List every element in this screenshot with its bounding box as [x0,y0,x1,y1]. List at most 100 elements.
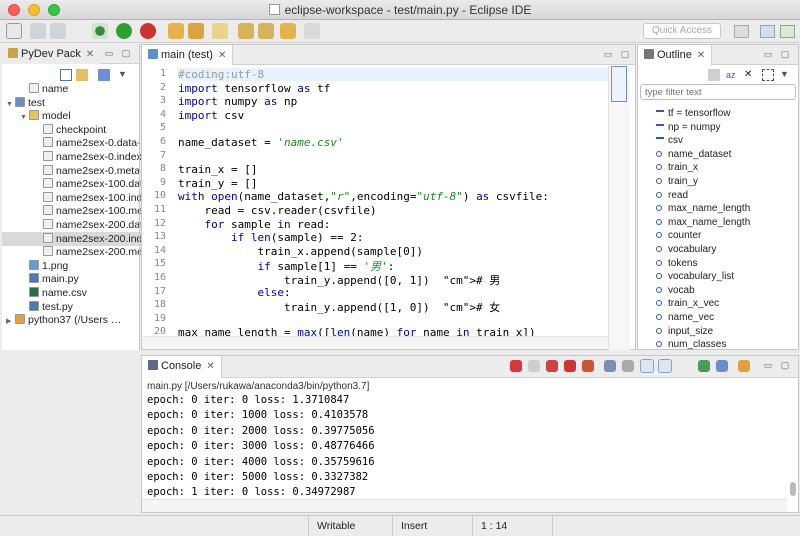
outline-item[interactable]: vocab [656,284,695,298]
display-console-icon[interactable] [716,360,728,372]
scroll-lock-icon[interactable] [604,360,616,372]
outline-item[interactable]: csv [656,134,683,148]
tab-main-test[interactable]: main (test) ✕ [142,45,234,65]
show-on-error-icon[interactable] [658,359,672,373]
zoom-window-button[interactable] [48,4,60,16]
relaunch-icon[interactable] [564,360,576,372]
close-window-button[interactable] [8,4,20,16]
tree-item[interactable]: name [2,82,68,96]
tree-item[interactable]: checkpoint [2,123,106,137]
tab-console[interactable]: Console ✕ [142,356,222,378]
search-icon[interactable] [212,23,228,39]
outline-item[interactable]: name_dataset [656,148,731,162]
outline-item[interactable]: train_x [656,161,698,175]
save-icon[interactable] [30,23,46,39]
tree-item[interactable]: name2sex-100.ind [2,191,142,205]
outline-item[interactable]: max_name_length [656,202,750,216]
minimize-icon[interactable]: ▭ [602,49,614,60]
next-annotation-icon[interactable] [238,23,254,39]
console-scroll-thumb[interactable] [790,482,796,496]
run-icon[interactable] [116,23,132,39]
debug-icon[interactable] [92,23,108,39]
close-icon[interactable]: ✕ [218,50,226,61]
outline-item[interactable]: tf = tensorflow [656,107,731,121]
outline-item[interactable]: train_y [656,175,698,189]
prev-annotation-icon[interactable] [258,23,274,39]
tree-item[interactable]: name.csv [2,286,87,300]
quick-access-field[interactable]: Quick Access [643,23,721,39]
tab-outline[interactable]: Outline ✕ [638,45,713,65]
outline-item[interactable]: counter [656,229,701,243]
external-tools-icon[interactable] [140,23,156,39]
tree-item[interactable]: ▼ model [2,109,71,123]
outline-item[interactable]: input_size [656,325,713,339]
tree-item[interactable]: name2sex-0.data- [2,136,141,150]
tree-item[interactable]: name2sex-200.me [2,245,143,259]
expand-all-icon[interactable] [762,69,774,81]
back-icon[interactable] [280,23,296,39]
tab-pydev-package[interactable]: PyDev Pack ✕ [2,44,101,64]
view-menu-icon[interactable]: ▼ [118,69,130,81]
tree-item[interactable]: name2sex-0.meta [2,164,140,178]
pydev-perspective-icon[interactable] [760,25,775,38]
show-on-output-icon[interactable] [640,359,654,373]
sort-alpha-icon[interactable]: az [726,69,738,81]
new-icon[interactable] [6,23,22,39]
tree-item[interactable]: main.py [2,272,79,286]
remove-launch-icon[interactable] [528,360,540,372]
outline-item[interactable]: np = numpy [656,121,721,135]
minimize-icon[interactable]: ▭ [762,360,774,371]
horizontal-scrollbar[interactable] [142,336,608,349]
outline-item[interactable]: tokens [656,257,697,271]
word-wrap-icon[interactable] [622,360,634,372]
chevron-right-icon[interactable]: ▶ [6,315,15,329]
tree-item[interactable]: name2sex-100.dat [2,177,143,191]
close-icon[interactable]: ✕ [697,50,705,61]
debug-perspective-icon[interactable] [780,25,795,38]
outline-item[interactable]: name_vec [656,311,714,325]
collapse-all-icon[interactable]: ✕ [744,69,756,81]
outline-item[interactable]: train_x_vec [656,297,719,311]
maximize-icon[interactable]: ▢ [779,49,791,60]
open-folder-icon[interactable] [168,23,184,39]
outline-item[interactable]: max_name_length [656,216,750,230]
outline-filter-input[interactable] [640,84,796,100]
remove-all-icon[interactable] [546,360,558,372]
tree-item[interactable]: name2sex-200.ind [2,231,142,246]
minimize-window-button[interactable] [28,4,40,16]
outline-scrollbar[interactable] [789,103,797,349]
view-menu-icon[interactable]: ▼ [780,69,792,81]
outline-item[interactable]: vocabulary [656,243,716,257]
tree-item[interactable]: name2sex-100.me [2,204,143,218]
collapse-all-icon[interactable] [60,69,72,81]
tree-item[interactable]: name2sex-0.index [2,150,142,164]
minimize-icon[interactable]: ▭ [762,49,774,60]
forward-icon[interactable] [304,23,320,39]
maximize-icon[interactable]: ▢ [619,49,631,60]
tree-item[interactable]: ▼ test [2,96,45,110]
outline-item[interactable]: num_classes [656,338,726,352]
tree-item[interactable]: name2sex-200.dat [2,218,143,232]
pen-icon[interactable] [188,23,204,39]
console-vertical-scrollbar[interactable] [788,394,798,498]
perspective-pin-icon[interactable] [734,25,749,38]
tree-item[interactable]: ▶ python37 (/Users … [2,313,121,327]
link-editor-icon[interactable] [76,69,88,81]
tree-item[interactable]: 1.png [2,259,68,273]
hide-fields-icon[interactable] [708,69,720,81]
tree-item[interactable]: test.py [2,300,73,314]
terminate-icon[interactable] [510,360,522,372]
outline-item[interactable]: read [656,189,688,203]
filter-icon[interactable] [98,69,110,81]
maximize-icon[interactable]: ▢ [779,360,791,371]
close-icon[interactable]: ✕ [86,49,94,60]
minimize-icon[interactable]: ▭ [103,48,115,59]
outline-item[interactable]: vocabulary_list [656,270,734,284]
close-icon[interactable]: ✕ [206,361,214,372]
open-console-icon[interactable] [738,360,750,372]
pin-console-icon[interactable] [698,360,710,372]
save-all-icon[interactable] [50,23,66,39]
console-horizontal-scrollbar[interactable] [142,499,787,512]
maximize-icon[interactable]: ▢ [120,48,132,59]
scroll-thumb[interactable] [611,66,627,102]
